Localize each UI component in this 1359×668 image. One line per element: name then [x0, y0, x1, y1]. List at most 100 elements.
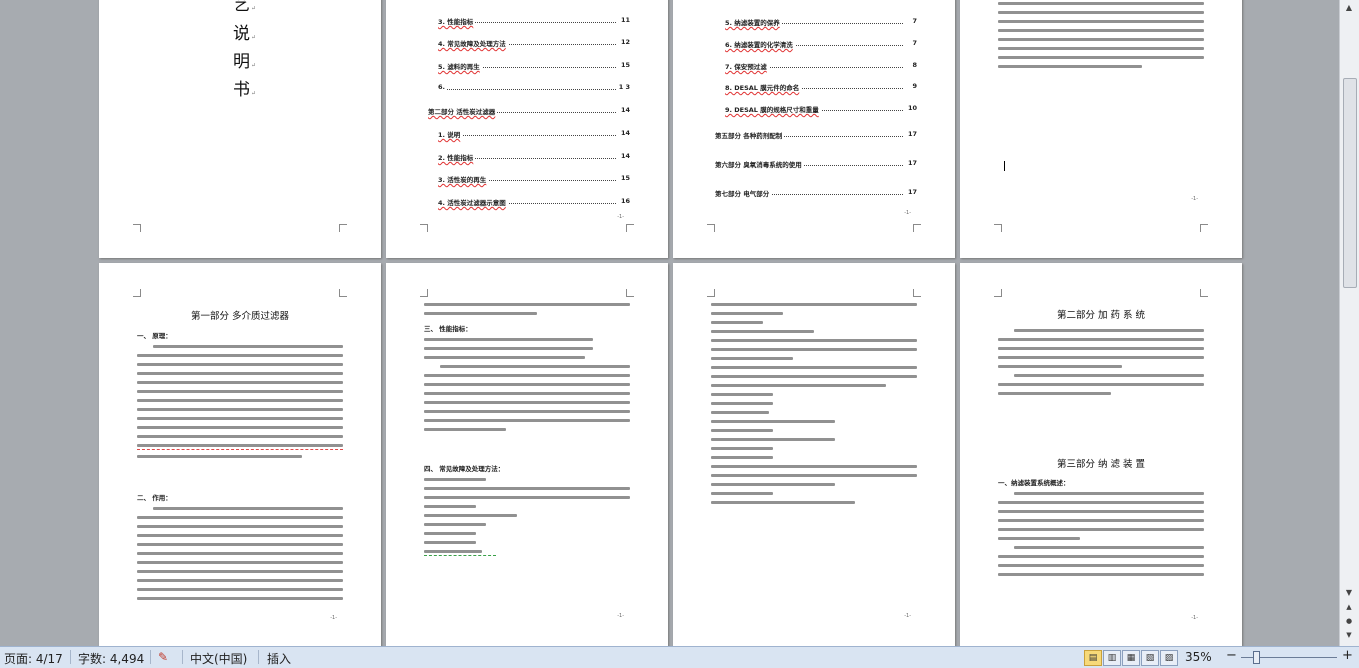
toc-entry-label: 4. 常见故障及处理方法 [438, 38, 508, 48]
toc-entry-label: 4. 活性炭过滤器示意图 [438, 197, 508, 207]
toc-entry-label: 5. 纳滤装置的保养 [725, 17, 782, 27]
toc-entry[interactable]: 9. DESAL 膜的规格尺寸和重量 10 [725, 104, 917, 114]
text-block [424, 478, 630, 561]
page-number: -1- [1191, 196, 1198, 202]
title-char: 艺 [233, 0, 250, 15]
document-workspace[interactable]: 艺↵ 说↵ 明↵ 书↵ 3. 性能指标 11 4. 常见故障及处理方法 12 5. 滤料… [0, 0, 1340, 646]
toc-entry-page: 17 [905, 130, 917, 138]
language-indicator[interactable]: 中文(中国) [190, 650, 247, 667]
toc-entry-page: 1 3 [616, 83, 630, 91]
vertical-scrollbar[interactable]: ▲ ▼ ▲ ● ▼ [1339, 0, 1359, 646]
toc-entry-label: 第五部分 各种药剂配制 [715, 130, 785, 140]
toc-entry[interactable]: 4. 常见故障及处理方法 12 [438, 38, 630, 48]
toc-entry-label: 1. 说明 [438, 129, 463, 139]
scrollbar-thumb[interactable] [1343, 78, 1357, 288]
crop-mark [339, 289, 347, 297]
crop-mark [1200, 289, 1208, 297]
page-thumbnail-part1[interactable]: 第一部分 多介质过滤器 一、 原理： 二、 作用： -1- [99, 263, 381, 646]
subsection-heading: 二、 作用： [137, 494, 172, 502]
subsection-heading: 三、 性能指标： [424, 325, 472, 333]
page-thumbnail-part2-3[interactable]: 第二部分 加 药 系 统 第三部分 纳 滤 装 置 一、纳滤装置系统概述： -1… [960, 263, 1242, 646]
page-thumbnail-part1-cont[interactable]: 三、 性能指标： 四、 常见故障及处理方法： -1- [386, 263, 668, 646]
toc-entry-page: 15 [618, 174, 630, 182]
crop-mark [707, 289, 715, 297]
web-layout-view-icon[interactable]: ▦ [1122, 650, 1140, 666]
page-number: -1- [1191, 615, 1198, 621]
page-thumbnail-text[interactable]: -1- [960, 0, 1242, 258]
print-layout-view-icon[interactable]: ▤ [1084, 650, 1102, 666]
scroll-up-arrow-icon[interactable]: ▲ [1342, 1, 1356, 15]
page-number: -1- [330, 615, 337, 621]
toc-entry[interactable]: 6. 纳滤装置的化学清洗 7 [725, 39, 917, 49]
proofing-icon[interactable]: ✎ [158, 650, 168, 664]
zoom-level[interactable]: 35% [1185, 650, 1212, 664]
crop-mark [133, 224, 141, 232]
select-browse-object-icon[interactable]: ● [1342, 614, 1356, 628]
toc-entry-label: 6. 纳滤装置的化学清洗 [725, 39, 795, 49]
page-thumbnail-title[interactable]: 艺↵ 说↵ 明↵ 书↵ [99, 0, 381, 258]
page-thumbnail-part1-faults[interactable]: -1- [673, 263, 955, 646]
text-block [137, 345, 343, 464]
word-count[interactable]: 字数: 4,494 [78, 650, 144, 667]
page-number: -1- [617, 214, 624, 220]
toc-entry[interactable]: 3. 性能指标 11 [438, 16, 630, 26]
toc-entry-page: 14 [618, 106, 630, 114]
text-block [137, 507, 343, 606]
toc-entry-label: 第二部分 活性炭过滤器 [428, 106, 498, 116]
toc-leader-dots [438, 135, 616, 136]
insert-mode-indicator[interactable]: 插入 [267, 650, 291, 667]
crop-mark [133, 289, 141, 297]
toc-entry[interactable]: 5. 纳滤装置的保养 7 [725, 17, 917, 27]
toc-entry[interactable]: 4. 活性炭过滤器示意图 16 [438, 197, 630, 207]
text-cursor [1004, 161, 1005, 171]
toc-entry[interactable]: 6. 1 3 [438, 83, 630, 93]
page-thumbnail-toc-2[interactable]: 5. 纳滤装置的保养 7 6. 纳滤装置的化学清洗 7 7. 保安预过滤 8 8. DESA… [673, 0, 955, 258]
text-block [998, 329, 1204, 401]
title-char: 书 [233, 80, 250, 100]
toc-entry[interactable]: 1. 说明 14 [438, 129, 630, 139]
subsection-heading: 一、纳滤装置系统概述： [998, 479, 1070, 487]
full-screen-reading-view-icon[interactable]: ▥ [1103, 650, 1121, 666]
toc-entry[interactable]: 8. DESAL 膜元件的命名 9 [725, 82, 917, 92]
toc-entry-label: 8. DESAL 膜元件的命名 [725, 82, 802, 92]
toc-entry[interactable]: 第五部分 各种药剂配制 17 [715, 130, 917, 140]
crop-mark [339, 224, 347, 232]
toc-entry[interactable]: 第七部分 电气部分 17 [715, 188, 917, 198]
toc-entry-label: 9. DESAL 膜的规格尺寸和重量 [725, 104, 821, 114]
toc-entry-page: 15 [618, 61, 630, 69]
crop-mark [707, 224, 715, 232]
crop-mark [913, 289, 921, 297]
page-indicator[interactable]: 页面: 4/17 [4, 650, 63, 667]
zoom-out-button[interactable]: − [1226, 648, 1237, 663]
scroll-down-arrow-icon[interactable]: ▼ [1342, 586, 1356, 600]
toc-entry[interactable]: 7. 保安预过滤 8 [725, 61, 917, 71]
page-number: -1- [617, 613, 624, 619]
page-number: -1- [904, 613, 911, 619]
crop-mark [994, 289, 1002, 297]
toc-entry-page: 12 [618, 38, 630, 46]
status-bar: 页面: 4/17 字数: 4,494 ✎ 中文(中国) 插入 ▤ ▥ ▦ ▧ ▨… [0, 646, 1359, 668]
zoom-slider-handle[interactable] [1253, 651, 1260, 664]
outline-view-icon[interactable]: ▧ [1141, 650, 1159, 666]
text-block [998, 2, 1204, 74]
page-thumbnail-toc-1[interactable]: 3. 性能指标 11 4. 常见故障及处理方法 12 5. 滤料的再生 15 6. 1 3 第二… [386, 0, 668, 258]
toc-entry-label: 第六部分 臭氧消毒系统的使用 [715, 159, 804, 169]
crop-mark [913, 224, 921, 232]
toc-entry[interactable]: 第二部分 活性炭过滤器 14 [428, 106, 630, 116]
zoom-in-button[interactable]: + [1342, 648, 1353, 663]
next-page-icon[interactable]: ▼ [1342, 628, 1356, 642]
draft-view-icon[interactable]: ▨ [1160, 650, 1178, 666]
crop-mark [420, 289, 428, 297]
toc-entry[interactable]: 3. 活性炭的再生 15 [438, 174, 630, 184]
toc-entry-page: 11 [618, 16, 630, 24]
toc-entry[interactable]: 5. 滤料的再生 15 [438, 61, 630, 71]
title-char: 明 [233, 52, 250, 72]
toc-entry-label: 3. 活性炭的再生 [438, 174, 489, 184]
toc-entry-label: 5. 滤料的再生 [438, 61, 482, 71]
text-block [711, 303, 917, 510]
previous-page-icon[interactable]: ▲ [1342, 600, 1356, 614]
toc-entry[interactable]: 第六部分 臭氧消毒系统的使用 17 [715, 159, 917, 169]
toc-entry[interactable]: 2. 性能指标 14 [438, 152, 630, 162]
toc-entry-label: 3. 性能指标 [438, 16, 476, 26]
crop-mark [626, 289, 634, 297]
